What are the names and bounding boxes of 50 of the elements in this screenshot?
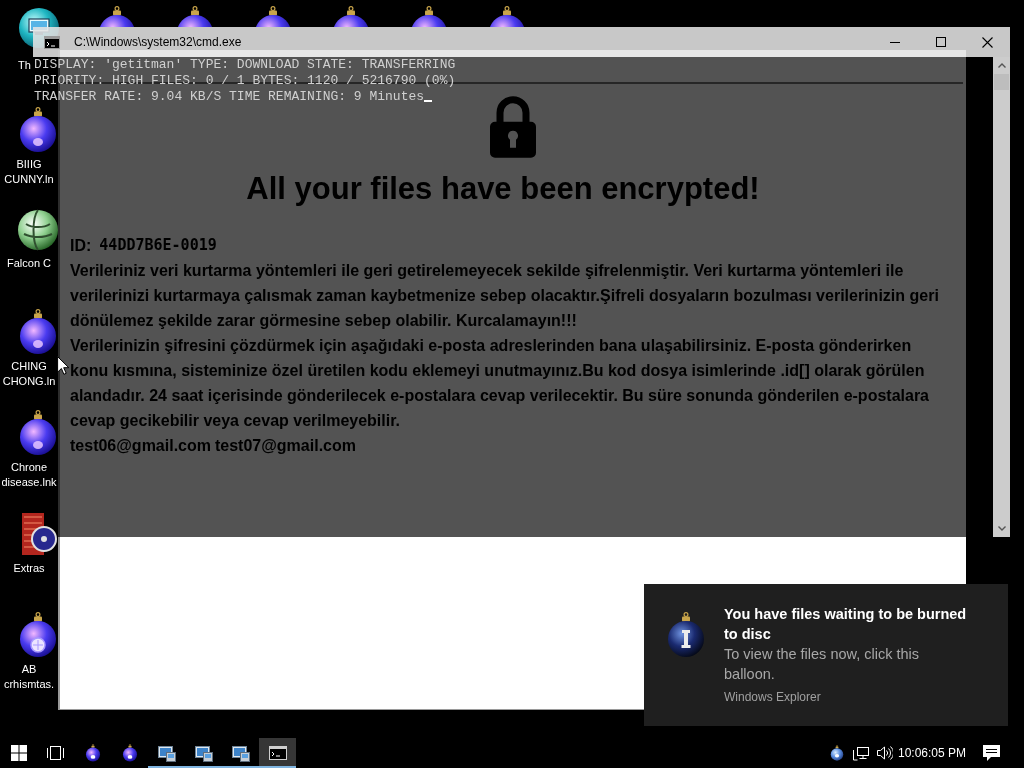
taskbar-button[interactable] (259, 738, 296, 768)
close-icon (981, 36, 993, 48)
task-view-icon (47, 745, 64, 761)
program-icon (231, 744, 250, 762)
shortcut-label[interactable]: Extras (1, 561, 57, 576)
minimize-icon (890, 41, 900, 43)
scrollbar-thumb[interactable] (994, 74, 1009, 90)
mouse-pointer-icon (57, 356, 69, 375)
email-address: test07@gmail.com (215, 436, 356, 456)
shortcut-label[interactable]: CHING CHONG.ln (1, 359, 57, 389)
windows-logo-icon (10, 745, 27, 761)
padlock-icon (487, 95, 539, 159)
window-title: C:\Windows\system32\cmd.exe (74, 35, 243, 49)
notification-source: Windows Explorer (724, 689, 822, 705)
chevron-down-icon (997, 526, 1006, 531)
shortcut-label[interactable]: Falcon C (1, 256, 57, 271)
globe-icon[interactable] (18, 208, 58, 252)
volume-icon[interactable] (877, 745, 893, 761)
ornament-icon (84, 744, 101, 762)
notification-body: To view the files now, click this balloon. (724, 645, 921, 684)
notification-title: You have files waiting to be burned to disc (724, 605, 968, 644)
id-value: 44DD7B6E-0019 (99, 235, 217, 256)
ransom-paragraph: Verileriniz veri kurtarma yöntemleri ile geri getirelemeyecek sekilde şifrelenmiştir. Veri kurtarma yöntemleri ile verilerinizi kurtarmaya çalısmak zaman kaybetmenize sebep olacaktır.Şifreli dosyaların bozulması verilerinizin geri dönülemez şekilde zarar görmesine sebep olabilir. Kurcalamayın!!! (70, 261, 940, 331)
email-address: test06@gmail.com (70, 436, 211, 456)
ransom-paragraph: Verilerinizin şifresini çözdürmek için aşağıdaki e-posta adreslerinden bana ulaşabilirsiniz. E-posta gönderirken konu kısmına, sisteminize özel üretilen kodu eklemeyi unutmayınız.Bu kod dosya isimlerinde .id[] olarak görülen alandadır. 24 saat içerisinde gönderilecek e-postalara cevap verilecektir. Bu süre sonunda gönderilen e-postalara cevap gecikebilir veya cevap verilmeyebilir. (70, 336, 930, 431)
ornament-icon[interactable] (830, 745, 844, 761)
ornament-icon[interactable] (18, 612, 58, 658)
shortcut-label[interactable]: Chrone disease.lnk (1, 460, 57, 490)
speech-bubble-icon (982, 745, 1000, 761)
shortcut-label[interactable]: Th (18, 58, 31, 73)
network-icon[interactable] (853, 745, 869, 761)
program-icon (157, 744, 176, 762)
shortcut-label[interactable]: AB crhismtas. (1, 662, 57, 692)
id-label: ID: (70, 236, 92, 256)
notification-toast[interactable]: You have files waiting to be burned to disc To view the files now, click this balloon. Windows Explorer (644, 584, 1008, 726)
ornament-icon[interactable] (18, 309, 58, 355)
console-app-icon[interactable] (44, 35, 60, 49)
clock[interactable]: 10:06:05 PM (897, 746, 967, 760)
shortcut-label[interactable]: BIIIG CUNNY.ln (1, 157, 57, 187)
maximize-icon (936, 37, 946, 47)
ornament-icon[interactable] (18, 410, 58, 456)
ornament-icon (121, 744, 138, 762)
ornament-icon (666, 612, 706, 658)
program-icon (194, 744, 213, 762)
ransom-heading: All your files have been encrypted! (246, 171, 760, 207)
chevron-up-icon (997, 63, 1006, 68)
ornament-icon[interactable] (18, 107, 58, 153)
console-icon (268, 746, 287, 760)
console-line: PRIORITY: HIGH FILES: 0 / 1 BYTES: 1120 / 5216790 (0%) (34, 73, 456, 89)
scrollbar[interactable] (993, 57, 1010, 537)
